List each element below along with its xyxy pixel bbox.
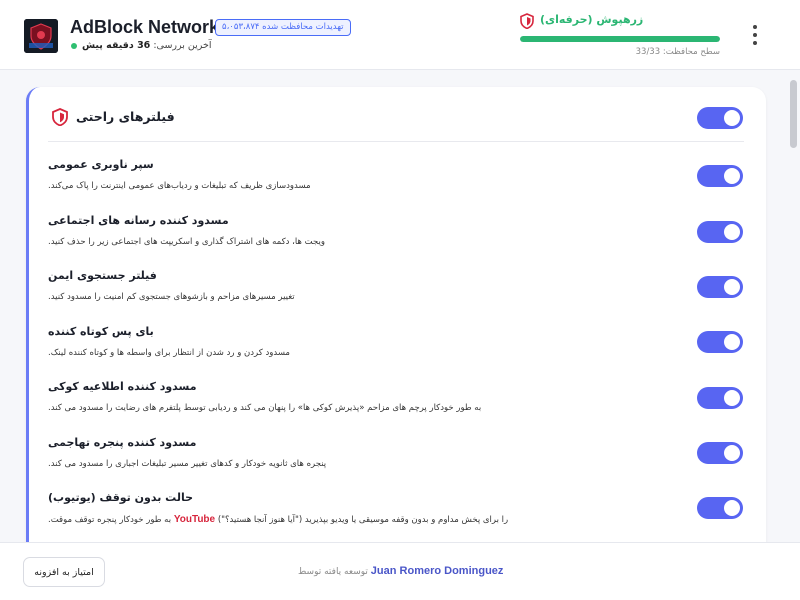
status-dot xyxy=(71,43,77,49)
filter-description: مسدود کردن و رد شدن از انتظار برای واسطه… xyxy=(48,348,290,358)
scrollbar[interactable] xyxy=(790,80,797,148)
filter-description: پنجره های ثانویه خودکار و کدهای تغییر مس… xyxy=(48,459,327,469)
shield-icon xyxy=(520,13,534,30)
divider xyxy=(48,141,744,142)
filter-title: مسدود کننده رسانه های اجتماعی xyxy=(48,214,229,227)
filter-description-part: را برای پخش مداوم و بدون وقفه موسیقی یا … xyxy=(217,515,509,525)
app-footer: امتیاز به افزونه توسعه یافته توسط Juan R… xyxy=(0,542,800,600)
filter-description: مسدودسازی ظریف که تبلیغات و ردیاب‌های عم… xyxy=(48,181,311,191)
filter-description: به طور خودکار پرچم های مزاحم «پذیرش کوکی… xyxy=(48,403,482,413)
filter-title: سپر ناوبری عمومی xyxy=(48,158,154,171)
filter-title: مسدود کننده اطلاعیه کوکی xyxy=(48,380,197,393)
filter-description: ویجت ها، دکمه های اشتراک گذاری و اسکریپت… xyxy=(48,237,325,247)
filter-title: فیلتر جستجوی ایمن xyxy=(48,269,157,282)
filter-title: حالت بدون توقف (یوتیوب) xyxy=(48,491,194,504)
toggle-general-navigation-shield[interactable] xyxy=(697,165,743,187)
filter-description-part: به طور خودکار پنجره توقف موقت. xyxy=(48,515,172,525)
filter-description: را برای پخش مداوم و بدون وقفه موسیقی یا … xyxy=(48,514,508,525)
toggle-shortener-bypass[interactable] xyxy=(697,331,743,353)
developed-by-label: توسعه یافته توسط xyxy=(298,567,368,577)
last-check-label: آخرین بررسی: xyxy=(153,40,212,51)
toggle-safe-search-filter[interactable] xyxy=(697,276,743,298)
youtube-label: YouTube xyxy=(173,514,216,525)
threats-blocked-badge: تهدیدات محافظت شده ۵،۰۵۳،۸۷۴ xyxy=(215,19,351,36)
card-title: فیلترهای راحتی xyxy=(76,109,175,124)
last-check: آخرین بررسی: 36 دقیقه پیش xyxy=(82,40,212,51)
rate-extension-button[interactable]: امتیاز به افزونه xyxy=(23,557,105,587)
protection-progress-fill xyxy=(520,36,720,42)
toggle-all-filters[interactable] xyxy=(697,107,743,129)
shield-icon xyxy=(52,108,68,127)
developer-name: Juan Romero Dominguez xyxy=(370,565,504,577)
protection-level-value: 33/33 xyxy=(635,47,661,57)
protection-mode: زرهپوش (حرفه‌ای) xyxy=(540,13,644,26)
app-logo xyxy=(24,19,58,53)
protection-level-label: سطح محافظت: xyxy=(662,47,720,57)
toggle-social-media-blocker[interactable] xyxy=(697,221,743,243)
toggle-cookie-notice-blocker[interactable] xyxy=(697,387,743,409)
app-header: AdBlock Network تهدیدات محافظت شده ۵،۰۵۳… xyxy=(0,0,800,70)
filter-title: مسدود کننده پنجره تهاجمی xyxy=(48,436,197,449)
protection-level: سطح محافظت: 33/33 xyxy=(595,47,720,57)
app-title: AdBlock Network xyxy=(70,17,220,37)
developer-credit: توسعه یافته توسط Juan Romero Dominguez xyxy=(298,565,503,577)
filter-title: بای پس کوتاه کننده xyxy=(48,325,154,338)
filter-description: تغییر مسیرهای مزاحم و بازشوهای جستجوی کم… xyxy=(48,292,295,302)
last-check-value: 36 دقیقه پیش xyxy=(82,40,151,51)
toggle-non-stop-mode-youtube[interactable] xyxy=(697,497,743,519)
more-menu-icon[interactable] xyxy=(745,22,765,48)
toggle-popup-blocker[interactable] xyxy=(697,442,743,464)
protection-progress-bar xyxy=(520,36,720,42)
